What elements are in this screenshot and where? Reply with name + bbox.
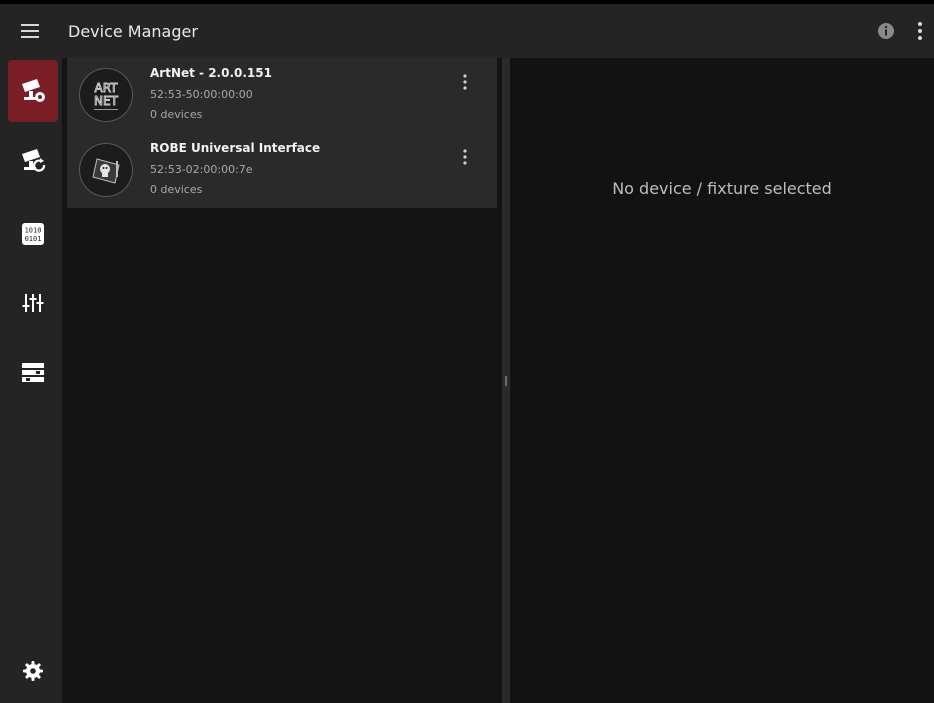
device-count: 0 devices bbox=[150, 108, 203, 121]
device-more-button[interactable] bbox=[455, 145, 475, 169]
device-refresh-icon bbox=[22, 149, 46, 172]
more-vert-icon bbox=[463, 149, 467, 165]
app-header: Device Manager bbox=[0, 4, 934, 58]
device-list-panel: ART NET ArtNet - 2.0.0.151 52:53-50:00:0… bbox=[62, 58, 502, 703]
device-item-artnet[interactable]: ART NET ArtNet - 2.0.0.151 52:53-50:00:0… bbox=[67, 58, 497, 133]
artnet-logo: ART NET bbox=[79, 68, 133, 122]
sidebar-item-device-manager[interactable] bbox=[8, 60, 58, 122]
svg-text:0101: 0101 bbox=[25, 235, 42, 243]
rack-icon bbox=[22, 363, 44, 382]
device-settings-icon bbox=[22, 79, 45, 102]
splitter-grip-icon bbox=[505, 376, 507, 386]
device-manager-app: Device Manager 1010 0101 ART NET ArtNet … bbox=[0, 0, 934, 703]
hamburger-menu-button[interactable] bbox=[0, 4, 60, 58]
gear-icon bbox=[23, 661, 43, 681]
device-name: ROBE Universal Interface bbox=[150, 141, 321, 155]
sliders-icon bbox=[22, 294, 44, 312]
device-mac-address: 52:53-50:00:00:00 bbox=[150, 88, 253, 101]
sidebar-item-settings[interactable] bbox=[8, 640, 58, 702]
binary-data-icon: 1010 0101 bbox=[22, 223, 44, 245]
panel-splitter[interactable] bbox=[502, 58, 510, 703]
robe-logo bbox=[79, 143, 133, 197]
info-icon bbox=[878, 23, 894, 39]
more-vert-icon bbox=[918, 22, 922, 40]
sidebar-item-rack[interactable] bbox=[8, 342, 58, 404]
sidebar-item-dmx-data[interactable]: 1010 0101 bbox=[8, 203, 58, 265]
header-more-button[interactable] bbox=[906, 4, 934, 58]
device-name: ArtNet - 2.0.0.151 bbox=[150, 66, 272, 80]
page-title: Device Manager bbox=[68, 21, 198, 41]
empty-selection-message: No device / fixture selected bbox=[612, 179, 832, 198]
device-mac-address: 52:53-02:00:00:7e bbox=[150, 163, 253, 176]
svg-text:ART: ART bbox=[94, 81, 118, 95]
device-count: 0 devices bbox=[150, 183, 203, 196]
sidebar-item-faders[interactable] bbox=[8, 272, 58, 334]
info-button[interactable] bbox=[866, 4, 906, 58]
more-vert-icon bbox=[463, 74, 467, 90]
detail-panel: No device / fixture selected bbox=[510, 58, 934, 703]
device-list: ART NET ArtNet - 2.0.0.151 52:53-50:00:0… bbox=[67, 58, 497, 208]
svg-text:NET: NET bbox=[94, 94, 119, 108]
svg-text:1010: 1010 bbox=[25, 227, 42, 235]
device-item-robe[interactable]: ROBE Universal Interface 52:53-02:00:00:… bbox=[67, 133, 497, 208]
sidebar-item-device-refresh[interactable] bbox=[8, 130, 58, 192]
hamburger-menu-icon bbox=[21, 24, 39, 38]
device-more-button[interactable] bbox=[455, 70, 475, 94]
sidebar: 1010 0101 bbox=[0, 58, 62, 703]
